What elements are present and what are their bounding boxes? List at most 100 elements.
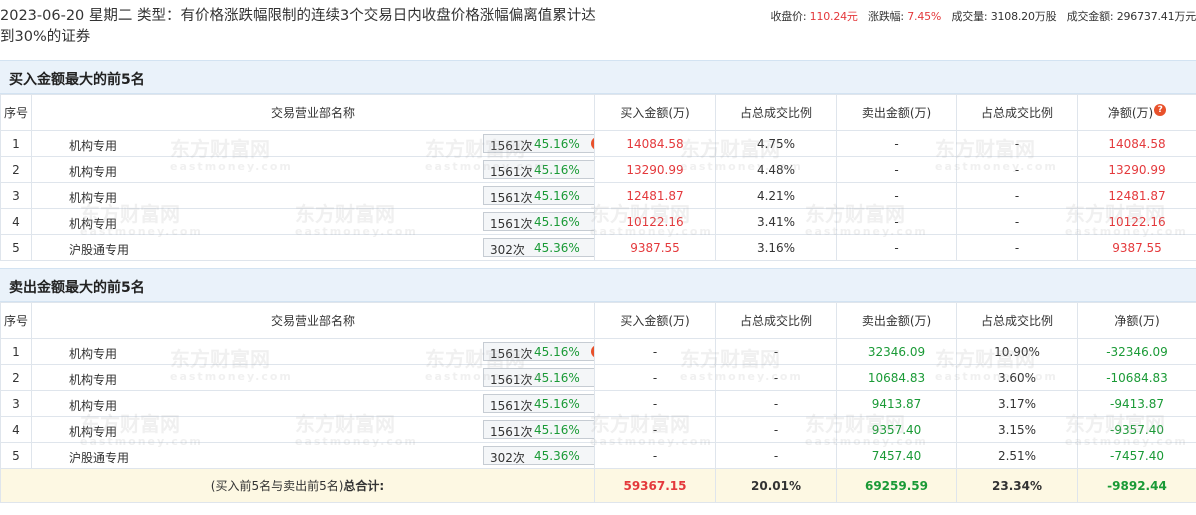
- dept-name: 机构专用: [69, 399, 118, 413]
- row-index: 5: [0, 234, 32, 261]
- table-row: 5 沪股通专用 302次 45.36% - -7457.40 2.51% -7457.40: [0, 442, 1196, 469]
- sell-section-title: 卖出金额最大的前5名: [9, 280, 145, 296]
- col-sell-ratio-header: 占总成交比例: [956, 302, 1078, 339]
- sell-table: 序号 交易营业部名称 买入金额(万) 占总成交比例 卖出金额(万) 占总成交比例…: [0, 302, 1196, 503]
- sell-amount: 10684.83: [836, 364, 957, 391]
- row-index: 4: [0, 208, 32, 235]
- dept-win-rate: 45.16%: [534, 137, 580, 151]
- dept-count: 1561次: [490, 347, 533, 361]
- buy-ratio: -: [715, 390, 837, 417]
- dept-stats-button[interactable]: 1561次45.16%?: [483, 134, 594, 153]
- total-net: -9892.44: [1077, 468, 1196, 503]
- dept-cell: 沪股通专用 302次 45.36%: [31, 442, 595, 469]
- question-circle-icon[interactable]: ?: [591, 137, 594, 150]
- dept-stats-button[interactable]: 1561次 45.16%: [483, 394, 594, 413]
- buy-section-header: 买入金额最大的前5名: [0, 60, 1196, 94]
- sell-table-header-row: 序号 交易营业部名称 买入金额(万) 占总成交比例 卖出金额(万) 占总成交比例…: [0, 302, 1196, 339]
- row-index: 4: [0, 416, 32, 443]
- buy-ratio: -: [715, 338, 837, 365]
- net-amount: -7457.40: [1077, 442, 1196, 469]
- sell-amount: 32346.09: [836, 338, 957, 365]
- dept-count: 1561次: [490, 191, 533, 205]
- dept-win-rate: 45.16%: [534, 163, 580, 177]
- dept-count: 1561次: [490, 217, 533, 231]
- sell-amount: -: [836, 234, 957, 261]
- table-row: 1机构专用1561次45.16%?14084.584.75%--14084.58: [0, 130, 1196, 157]
- dept-cell: 沪股通专用 302次 45.36%: [31, 234, 595, 261]
- col-buy-ratio-header: 占总成交比例: [715, 302, 837, 339]
- dept-stats-button[interactable]: 1561次 45.16%: [483, 186, 594, 205]
- sell-amount: -: [836, 182, 957, 209]
- col-buy-header: 买入金额(万): [594, 302, 716, 339]
- buy-ratio: 4.48%: [715, 156, 837, 183]
- sell-amount: 9413.87: [836, 390, 957, 417]
- turnover-label: 成交金额:: [1066, 10, 1114, 23]
- table-row: 5 沪股通专用 302次 45.36% 9387.55 3.16% - -9387.55: [0, 234, 1196, 261]
- close-label: 收盘价:: [770, 10, 807, 23]
- dept-stats-button[interactable]: 1561次 45.16%: [483, 212, 594, 231]
- buy-ratio: 4.75%: [715, 130, 837, 157]
- col-buy-header: 买入金额(万): [594, 94, 716, 131]
- col-dept-header: 交易营业部名称: [31, 94, 595, 131]
- dept-win-rate: 45.36%: [534, 449, 580, 463]
- net-amount: 14084.58: [1077, 130, 1196, 157]
- change-label: 涨跌幅:: [868, 10, 904, 23]
- dept-name: 沪股通专用: [69, 451, 130, 465]
- net-amount: 10122.16: [1077, 208, 1196, 235]
- dept-count: 1561次: [490, 373, 533, 387]
- dept-name: 机构专用: [69, 373, 118, 387]
- sell-table-body: 1机构专用1561次45.16%?--32346.0910.90%-32346.…: [0, 338, 1196, 469]
- total-body: (买入前5名与卖出前5名)总合计: 59367.15 20.01% 69259.…: [0, 468, 1196, 503]
- dept-win-rate: 45.16%: [534, 371, 580, 385]
- close-value: 110.24元: [809, 10, 858, 23]
- dept-stats-button[interactable]: 1561次 45.16%: [483, 420, 594, 439]
- sell-ratio: 10.90%: [956, 338, 1078, 365]
- buy-ratio: -: [715, 364, 837, 391]
- dept-win-rate: 45.16%: [534, 397, 580, 411]
- change-value: 7.45%: [907, 10, 942, 23]
- net-amount: -32346.09: [1077, 338, 1196, 365]
- table-row: 2 机构专用 1561次 45.16% - -10684.83 3.60% -10684.83: [0, 364, 1196, 391]
- total-sell-ratio: 23.34%: [956, 468, 1078, 503]
- dept-stats-button[interactable]: 302次 45.36%: [483, 446, 594, 465]
- buy-table-header-row: 序号 交易营业部名称 买入金额(万) 占总成交比例 卖出金额(万) 占总成交比例…: [0, 94, 1196, 131]
- buy-section-title: 买入金额最大的前5名: [9, 72, 145, 88]
- net-amount: 9387.55: [1077, 234, 1196, 261]
- dept-cell: 机构专用 1561次45.16%?: [31, 338, 595, 365]
- buy-table: 序号 交易营业部名称 买入金额(万) 占总成交比例 卖出金额(万) 占总成交比例…: [0, 94, 1196, 261]
- sell-amount: -: [836, 156, 957, 183]
- sell-ratio: 3.17%: [956, 390, 1078, 417]
- sell-ratio: 2.51%: [956, 442, 1078, 469]
- question-circle-icon[interactable]: ?: [591, 345, 594, 358]
- dept-stats-button[interactable]: 302次 45.36%: [483, 238, 594, 257]
- col-net-label: 净额(万): [1107, 106, 1154, 120]
- table-row: 3 机构专用 1561次 45.16% - -9413.87 3.17% -9413.87: [0, 390, 1196, 417]
- buy-amount: -: [594, 338, 716, 365]
- buy-amount: 14084.58: [594, 130, 716, 157]
- sell-section-header: 卖出金额最大的前5名: [0, 268, 1196, 302]
- sell-amount: 7457.40: [836, 442, 957, 469]
- sell-ratio: 3.60%: [956, 364, 1078, 391]
- sell-ratio: -: [956, 156, 1078, 183]
- dept-stats-button[interactable]: 1561次45.16%?: [483, 342, 594, 361]
- buy-amount: -: [594, 416, 716, 443]
- dept-win-rate: 45.16%: [534, 423, 580, 437]
- buy-amount: -: [594, 364, 716, 391]
- dept-cell: 机构专用 1561次 45.16%: [31, 156, 595, 183]
- dept-stats-button[interactable]: 1561次 45.16%: [483, 368, 594, 387]
- col-idx-header: 序号: [0, 302, 32, 339]
- col-sell-ratio-header: 占总成交比例: [956, 94, 1078, 131]
- sell-ratio: -: [956, 130, 1078, 157]
- col-idx-header: 序号: [0, 94, 32, 131]
- total-buy-ratio: 20.01%: [715, 468, 837, 503]
- dept-cell: 机构专用 1561次45.16%?: [31, 130, 595, 157]
- dept-stats-button[interactable]: 1561次 45.16%: [483, 160, 594, 179]
- dept-cell: 机构专用 1561次 45.16%: [31, 182, 595, 209]
- row-index: 2: [0, 156, 32, 183]
- question-circle-icon[interactable]: ?: [1154, 104, 1167, 116]
- dept-count: 1561次: [490, 425, 533, 439]
- dept-name: 机构专用: [69, 217, 118, 231]
- page-title: 2023-06-20 星期二 类型：有价格涨跌幅限制的连续3个交易日内收盘价格涨…: [0, 8, 596, 45]
- dept-win-rate: 45.36%: [534, 241, 580, 255]
- buy-amount: 12481.87: [594, 182, 716, 209]
